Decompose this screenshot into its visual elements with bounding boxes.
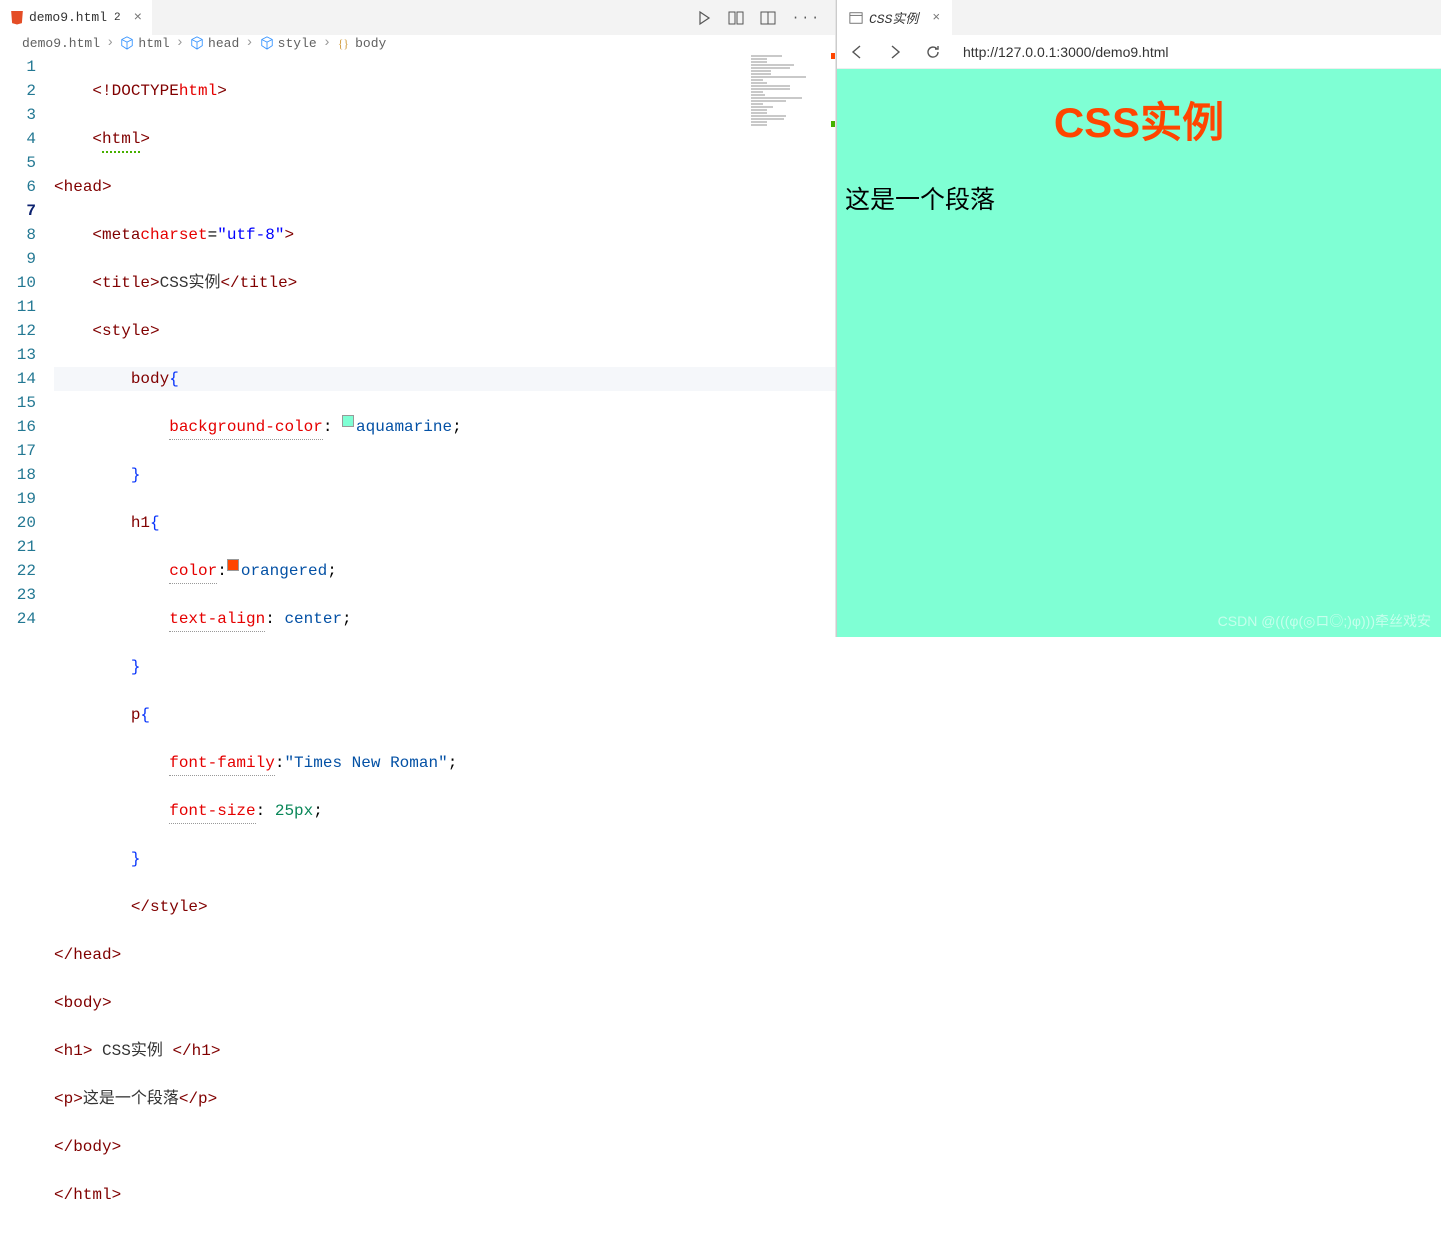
split-diff-icon[interactable]	[728, 10, 744, 26]
tab-dirty-badge: 2	[114, 12, 121, 24]
app-root: demo9.html 2 × ··· demo9.html › html ›	[0, 0, 1441, 637]
preview-tab-bar: CSS实例 ×	[837, 0, 1441, 35]
breadcrumb-file[interactable]: demo9.html	[6, 36, 100, 51]
preview-tab-close-icon[interactable]: ×	[932, 10, 940, 25]
breadcrumb-head[interactable]: head	[190, 36, 239, 51]
cube-icon	[190, 36, 204, 50]
preview-window-icon	[849, 11, 863, 25]
preview-heading: CSS实例	[845, 89, 1433, 150]
editor-tab-bar: demo9.html 2 × ···	[0, 0, 835, 35]
cube-icon	[120, 36, 134, 50]
breadcrumbs[interactable]: demo9.html › html › head › style › {} bo…	[0, 35, 835, 51]
split-editor-icon[interactable]	[760, 10, 776, 26]
breadcrumb-body[interactable]: {} body	[337, 36, 386, 51]
minimap-content	[745, 51, 835, 221]
svg-text:{}: {}	[338, 38, 349, 50]
editor-pane: demo9.html 2 × ··· demo9.html › html ›	[0, 0, 836, 637]
minimap[interactable]	[745, 51, 835, 221]
code-content[interactable]: <!DOCTYPE html> <html> <head> <meta char…	[54, 51, 835, 1255]
tab-filename: demo9.html	[29, 10, 107, 25]
chevron-right-icon: ›	[323, 35, 331, 51]
forward-icon[interactable]	[887, 44, 903, 60]
breadcrumb-style[interactable]: style	[260, 36, 317, 51]
preview-tab[interactable]: CSS实例 ×	[837, 0, 952, 35]
back-icon[interactable]	[849, 44, 865, 60]
url-field[interactable]: http://127.0.0.1:3000/demo9.html	[963, 44, 1168, 60]
tab-close-icon[interactable]: ×	[134, 10, 142, 26]
preview-paragraph: 这是一个段落	[845, 180, 1433, 216]
reload-icon[interactable]	[925, 44, 941, 60]
chevron-right-icon: ›	[106, 35, 114, 51]
editor-toolbar: ···	[696, 10, 835, 26]
watermark: CSDN @(((φ(◎ロ◎;)φ)))牵丝戏安	[1218, 611, 1431, 631]
address-bar: http://127.0.0.1:3000/demo9.html	[837, 35, 1441, 69]
preview-viewport: CSS实例 这是一个段落 CSDN @(((φ(◎ロ◎;)φ)))牵丝戏安	[837, 69, 1441, 637]
editor-tab-demo9[interactable]: demo9.html 2 ×	[0, 0, 152, 35]
chevron-right-icon: ›	[176, 35, 184, 51]
html5-icon	[10, 11, 24, 25]
preview-tab-title: CSS实例	[869, 8, 918, 27]
breadcrumb-html[interactable]: html	[120, 36, 169, 51]
more-actions-icon[interactable]: ···	[792, 10, 821, 25]
chevron-right-icon: ›	[245, 35, 253, 51]
code-editor[interactable]: 123456789101112131415161718192021222324 …	[0, 51, 835, 1255]
brace-icon: {}	[337, 36, 351, 50]
run-icon[interactable]	[696, 10, 712, 26]
cube-icon	[260, 36, 274, 50]
line-gutter: 123456789101112131415161718192021222324	[0, 51, 54, 1255]
preview-pane: CSS实例 × http://127.0.0.1:3000/demo9.html…	[836, 0, 1441, 637]
html5-icon	[6, 37, 18, 49]
